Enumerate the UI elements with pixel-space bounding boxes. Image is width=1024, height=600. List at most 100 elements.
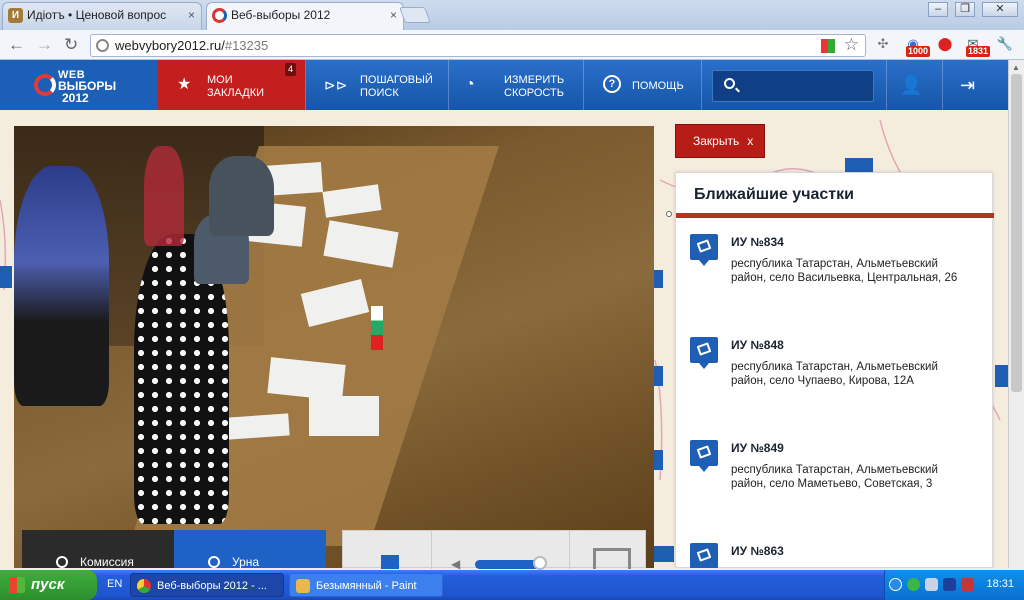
close-panel-label: Закрыть [693,134,740,148]
volume-icon[interactable]: ◀ [451,557,460,571]
taskbar-item-browser[interactable]: Веб-выборы 2012 - ... [130,573,284,597]
nav-label: ЗАКЛАДКИ [207,87,265,99]
browser-tabstrip: И Идіотъ • Ценовой вопрос × Веб-выборы 2… [0,0,1024,30]
help-question-icon: ? [603,75,621,93]
network-icon[interactable] [907,578,920,591]
help-button[interactable]: ? ПОМОЩЬ [584,60,702,110]
task-title: Безымянный - Paint [316,580,417,592]
bluetooth-icon[interactable] [943,578,956,591]
window-close-button[interactable]: ✕ [982,2,1018,17]
ballot-box-label: Урна [232,555,260,569]
panel-divider [676,213,994,218]
maximize-button[interactable]: ❐ [955,2,975,17]
browser-tab-webvybory[interactable]: Веб-выборы 2012 × [206,2,404,30]
taskbar-item-paint[interactable]: Безымянный - Paint [289,573,443,597]
station-address: республика Татарстан, Альметьевский райо… [731,464,938,490]
clock: 18:31 [986,578,1014,590]
panel-title: Ближайшие участки [694,186,854,203]
mail-extension-icon[interactable]: ✉ 1831 [962,33,990,57]
start-button[interactable]: пуск [0,570,97,600]
site-logo[interactable]: WEB ВЫБОРЫ 2012 [0,60,158,110]
station-name[interactable]: ИУ №863 [731,544,784,558]
station-name[interactable]: ИУ №848 [731,338,784,352]
site-search[interactable] [712,70,874,102]
nav-label: ИЗМЕРИТЬ [504,74,565,86]
bookmark-star-icon[interactable]: ☆ [844,35,859,55]
mail-badge: 1831 [965,46,990,57]
new-tab-button[interactable] [399,7,431,23]
language-indicator[interactable]: EN [107,578,122,590]
close-panel-button[interactable]: Закрыть x [675,124,765,158]
antivirus-icon[interactable] [961,578,974,591]
step-search-button[interactable]: ⊳⊳ ПОШАГОВЫЙ ПОИСК [306,60,449,110]
play-icon[interactable] [381,555,399,569]
logo-swoosh-icon [34,74,56,96]
station-address: республика Татарстан, Альметьевский райо… [731,258,958,284]
windows-taskbar: пуск EN Веб-выборы 2012 - ... Безымянный… [0,570,1024,600]
tray-expand-icon[interactable] [889,578,902,591]
ballot-box-camera-button[interactable]: Урна [174,530,326,569]
station-name[interactable]: ИУ №834 [731,235,784,249]
webvybory-favicon-icon [212,8,227,23]
forward-icon[interactable]: → [36,35,53,55]
station-address: республика Татарстан, Альметьевский райо… [731,361,938,387]
browser-toolbar: ← → ↻ webvybory2012.ru/#13235 ☆ ✣ ◉ 1000 … [0,30,1024,60]
site-header: WEB ВЫБОРЫ 2012 ★ МОИ ЗАКЛАДКИ 4 ⊳⊳ ПОШАГ… [0,60,1008,110]
station-name[interactable]: ИУ №849 [731,441,784,455]
browser-tab-idiot[interactable]: И Идіотъ • Ценовой вопрос × [2,2,202,30]
page-scrollbar[interactable]: ▲ [1008,60,1024,568]
feed-extension-icon[interactable]: ◉ 1000 [902,33,930,57]
reload-icon[interactable]: ↻ [64,35,78,55]
nav-label: МОИ [207,74,233,86]
address-url[interactable]: webvybory2012.ru/#13235 [115,38,268,53]
star-icon: ★ [177,76,192,93]
camera-pin-icon [208,556,220,568]
windows-logo-icon [9,577,25,593]
block-extension-icon[interactable]: ⬤ [934,33,956,55]
scroll-up-icon[interactable]: ▲ [1012,63,1020,72]
webcam-video[interactable] [14,126,654,568]
player-controls: ◀ [342,530,646,571]
measure-speed-button[interactable]: ◔ ИЗМЕРИТЬ СКОРОСТЬ [449,60,584,110]
start-label: пуск [31,576,65,593]
wrench-icon[interactable]: 🔧 [994,33,1016,55]
close-icon: x [747,134,754,148]
speedometer-icon: ◔ [465,76,475,93]
volume-knob[interactable] [533,556,547,570]
task-title: Веб-выборы 2012 - ... [157,580,267,592]
chrome-icon [137,579,151,593]
scrollbar-thumb[interactable] [1011,74,1022,392]
nav-label: ПОИСК [360,87,399,99]
page-action-icon[interactable] [821,39,835,53]
person-standing [14,166,109,406]
user-icon: 👤 [900,75,923,95]
fullscreen-icon[interactable] [593,548,631,569]
close-icon[interactable]: × [188,3,195,27]
search-input[interactable] [743,75,868,97]
feed-badge: 1000 [905,46,930,57]
station-item[interactable]: ИУ №848 республика Татарстан, Альметьевс… [690,337,980,417]
station-item[interactable]: ИУ №863 [690,543,980,568]
profile-button[interactable]: 👤 [886,60,936,110]
nearest-stations-panel: Ближайшие участки ИУ №834 республика Тат… [675,172,994,568]
my-bookmarks-button[interactable]: ★ МОИ ЗАКЛАДКИ 4 [158,60,306,110]
flag-icon [371,306,383,350]
minimize-button[interactable]: – [928,2,948,17]
logout-button[interactable]: ⇥ [942,60,992,110]
logo-text-year: 2012 [62,91,89,105]
ballot-box-icon [690,543,718,568]
ballot-box-icon [690,337,718,369]
system-tray: 18:31 [884,570,1024,600]
tab-title: Веб-выборы 2012 [231,8,331,22]
camera-pin-icon [56,556,68,568]
address-bar[interactable]: webvybory2012.ru/#13235 ☆ [90,34,866,57]
back-icon[interactable]: ← [8,35,25,55]
display-icon[interactable] [925,578,938,591]
commission-camera-button[interactable]: Комиссия [22,530,174,569]
move-icon[interactable]: ✣ [872,33,894,55]
search-icon [724,78,735,89]
webpage: ▲ WEB ВЫБОРЫ 2012 ★ МОИ ЗАКЛАДКИ 4 ⊳⊳ ПОШ… [0,60,1024,568]
station-item[interactable]: ИУ №834 республика Татарстан, Альметьевс… [690,234,980,314]
close-icon[interactable]: × [390,3,397,27]
station-item[interactable]: ИУ №849 республика Татарстан, Альметьевс… [690,440,980,520]
